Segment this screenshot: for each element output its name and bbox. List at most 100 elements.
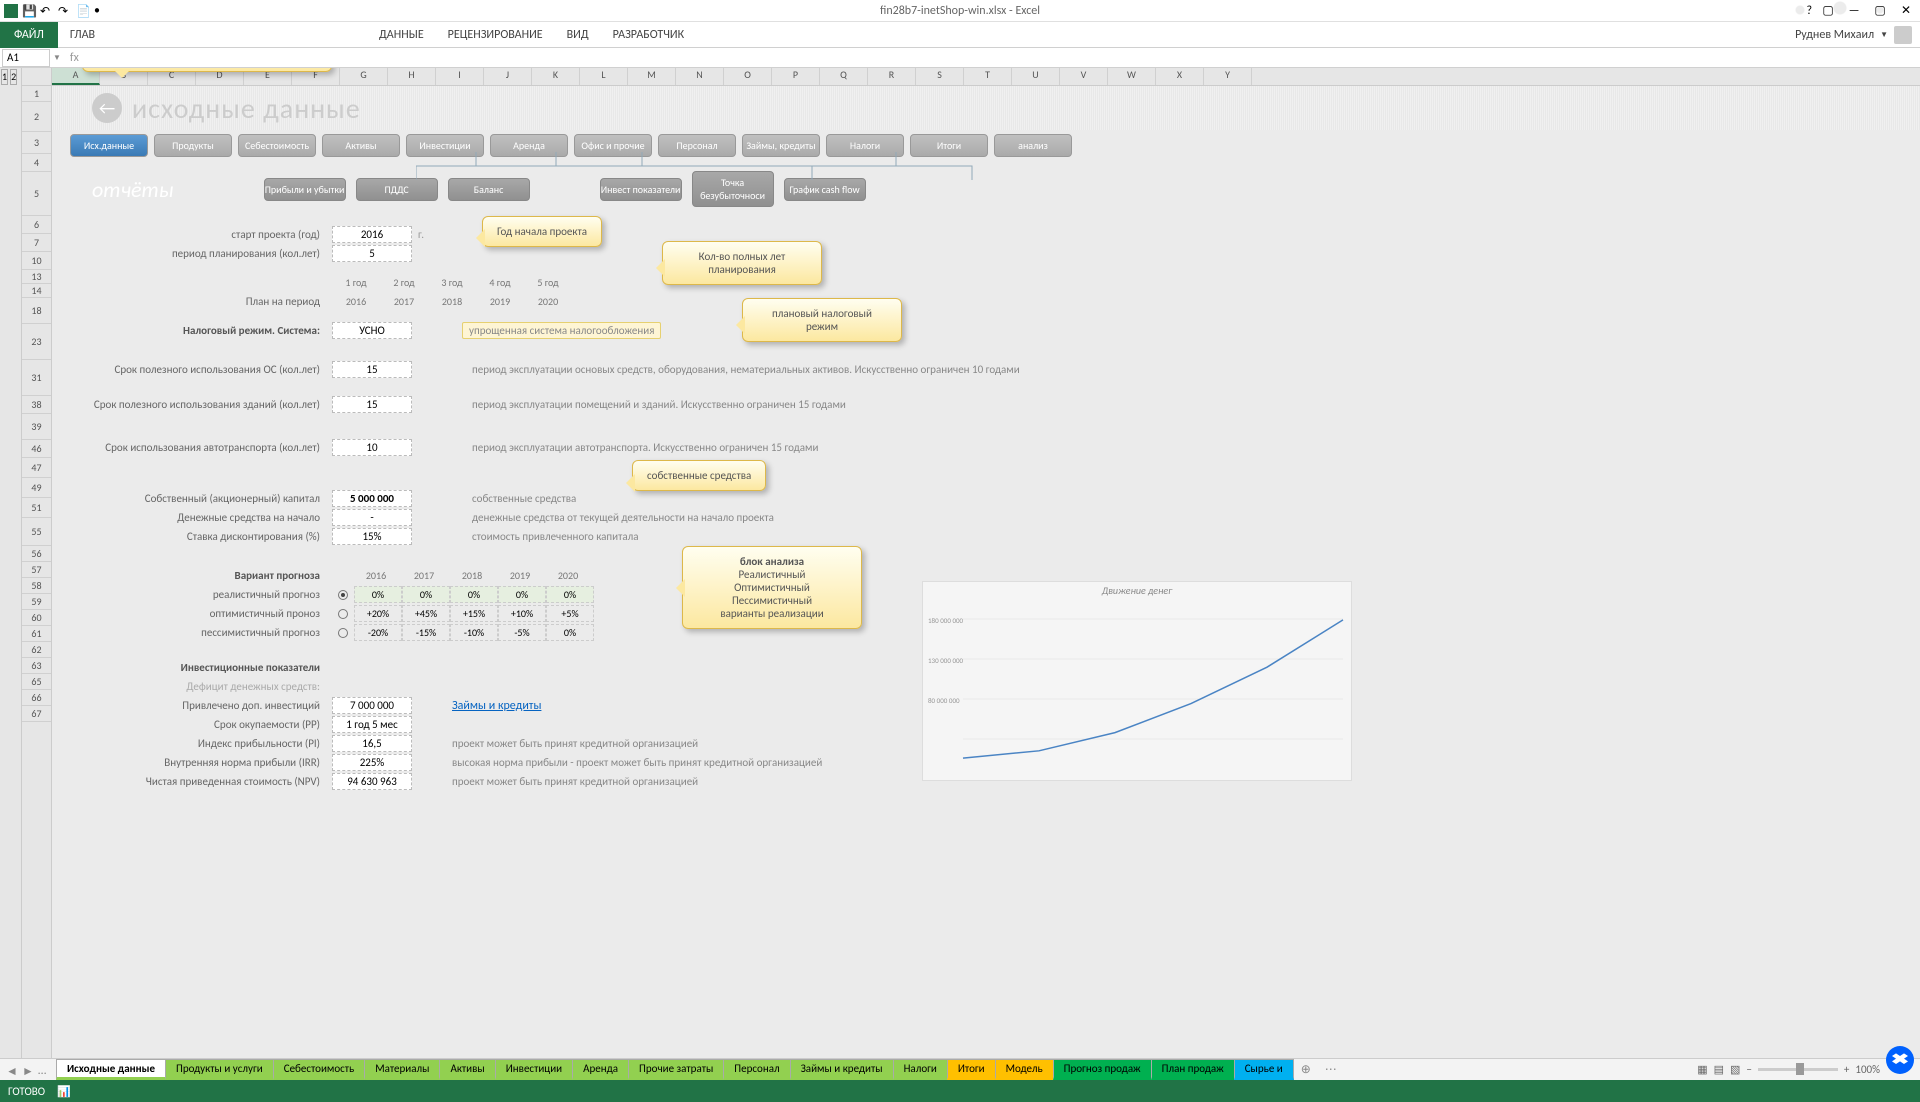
row-hdr-7[interactable]: 7 [22, 234, 51, 252]
row-hdr-56[interactable]: 56 [22, 546, 51, 562]
row-hdr-2[interactable]: 2 [22, 102, 51, 132]
row-hdr-13[interactable]: 13 [22, 270, 51, 284]
row-hdr-66[interactable]: 66 [22, 690, 51, 706]
input-period[interactable]: 5 [332, 245, 412, 262]
row-hdr-58[interactable]: 58 [22, 578, 51, 594]
radio-realistic[interactable] [338, 590, 348, 600]
col-hdr-M[interactable]: M [628, 68, 676, 85]
col-hdr-I[interactable]: I [436, 68, 484, 85]
add-sheet-button[interactable]: ⊕ [1293, 1062, 1319, 1077]
sheet-tab[interactable]: Материалы [364, 1059, 440, 1080]
col-hdr-R[interactable]: R [868, 68, 916, 85]
nav-btn-5[interactable]: Аренда [490, 134, 568, 157]
sheet-tab[interactable]: Аренда [572, 1059, 629, 1080]
radio-optimistic[interactable] [338, 609, 348, 619]
nav-btn-0[interactable]: Исх.данные [70, 134, 148, 157]
col-hdr-Y[interactable]: Y [1204, 68, 1252, 85]
link-loans[interactable]: Займы и кредиты [452, 699, 541, 713]
report-btn-invest[interactable]: Инвест показатели [600, 178, 682, 201]
col-hdr-S[interactable]: S [916, 68, 964, 85]
ribbon-tab-review[interactable]: РЕЦЕНЗИРОВАНИЕ [436, 23, 555, 47]
qat-icon-1[interactable]: 📄 [76, 4, 90, 18]
row-hdr-67[interactable]: 67 [22, 706, 51, 722]
report-btn-balance[interactable]: Баланс [448, 178, 530, 201]
tab-nav-prev[interactable]: ◄ [6, 1064, 18, 1076]
sheet-tab[interactable]: Исходные данные [56, 1059, 166, 1080]
zoom-slider[interactable] [1758, 1068, 1838, 1071]
row-hdr-10[interactable]: 10 [22, 252, 51, 270]
report-btn-cashflow[interactable]: График cash flow [784, 178, 866, 201]
sheet-tab[interactable]: Сырье и [1234, 1059, 1294, 1080]
ribbon-tab-data[interactable]: ДАННЫЕ [367, 23, 436, 47]
report-btn-pl[interactable]: Прибыли и убытки [264, 178, 346, 201]
tab-nav-next[interactable]: ► [22, 1064, 34, 1076]
nav-btn-8[interactable]: Займы, кредиты [742, 134, 820, 157]
col-hdr-U[interactable]: U [1012, 68, 1060, 85]
nav-btn-2[interactable]: Себестоимость [238, 134, 316, 157]
view-layout-icon[interactable]: ▤ [1714, 1063, 1724, 1076]
row-hdr-1[interactable]: 1 [22, 86, 51, 102]
row-hdr-49[interactable]: 49 [22, 478, 51, 498]
col-hdr-L[interactable]: L [580, 68, 628, 85]
save-icon[interactable]: 💾 [22, 4, 36, 18]
input-tax[interactable]: УСНО [332, 322, 412, 339]
row-hdr-46[interactable]: 46 [22, 440, 51, 458]
dropbox-icon[interactable] [1886, 1046, 1914, 1074]
col-hdr-H[interactable]: H [388, 68, 436, 85]
row-hdr-14[interactable]: 14 [22, 284, 51, 298]
nav-btn-7[interactable]: Персонал [658, 134, 736, 157]
zoom-out-button[interactable]: − [1746, 1063, 1751, 1076]
view-normal-icon[interactable]: ▦ [1697, 1063, 1707, 1076]
row-hdr-60[interactable]: 60 [22, 610, 51, 626]
outline-level-2[interactable]: 2 [10, 69, 17, 85]
sheet-tab[interactable]: Итоги [947, 1059, 996, 1080]
row-hdr-57[interactable]: 57 [22, 562, 51, 578]
col-hdr-T[interactable]: T [964, 68, 1012, 85]
sheet-tab[interactable]: Модель [995, 1059, 1054, 1080]
col-hdr-N[interactable]: N [676, 68, 724, 85]
row-hdr-63[interactable]: 63 [22, 658, 51, 674]
outline-level-1[interactable]: 1 [1, 69, 8, 85]
col-hdr-X[interactable]: X [1156, 68, 1204, 85]
sheet-tab[interactable]: Прочие затраты [628, 1059, 724, 1080]
row-hdr-6[interactable]: 6 [22, 216, 51, 234]
sheet-tab[interactable]: Налоги [893, 1059, 948, 1080]
row-hdr-47[interactable]: 47 [22, 458, 51, 478]
input-cash[interactable]: - [332, 509, 412, 526]
row-hdr-23[interactable]: 23 [22, 324, 51, 360]
col-hdr-K[interactable]: K [532, 68, 580, 85]
col-hdr-Q[interactable]: Q [820, 68, 868, 85]
col-hdr-W[interactable]: W [1108, 68, 1156, 85]
nav-btn-6[interactable]: Офис и прочие [574, 134, 652, 157]
report-btn-breakeven[interactable]: Точка безубыточноси [692, 171, 774, 207]
row-hdr-62[interactable]: 62 [22, 642, 51, 658]
fx-icon[interactable]: fx [64, 51, 85, 65]
zoom-level[interactable]: 100% [1855, 1063, 1880, 1076]
file-tab[interactable]: ФАЙЛ [0, 22, 58, 48]
user-area[interactable]: Руднев Михаил ▼ [1795, 26, 1920, 44]
input-capital[interactable]: 5 000 000 [332, 490, 412, 507]
nav-btn-4[interactable]: Инвестиции [406, 134, 484, 157]
input-discount[interactable]: 15% [332, 528, 412, 545]
nav-btn-3[interactable]: Активы [322, 134, 400, 157]
col-hdr-P[interactable]: P [772, 68, 820, 85]
report-btn-pdds[interactable]: ПДДС [356, 178, 438, 201]
tabs-overflow-icon[interactable]: ⋯ [1319, 1062, 1343, 1077]
sheet-tab[interactable]: Прогноз продаж [1053, 1059, 1152, 1080]
nav-btn-11[interactable]: анализ [994, 134, 1072, 157]
sheet-tab[interactable]: Активы [439, 1059, 495, 1080]
ribbon-tab-home[interactable]: ГЛАВ [58, 23, 107, 47]
sheet-tab[interactable]: Займы и кредиты [790, 1059, 894, 1080]
row-hdr-18[interactable]: 18 [22, 298, 51, 324]
view-break-icon[interactable]: ▧ [1730, 1063, 1740, 1076]
sheet-tab[interactable]: Персонал [723, 1059, 790, 1080]
input-os[interactable]: 15 [332, 361, 412, 378]
name-box[interactable]: A1 [2, 49, 50, 67]
zoom-in-button[interactable]: + [1844, 1063, 1849, 1076]
row-hdr-55[interactable]: 55 [22, 518, 51, 546]
row-hdr-65[interactable]: 65 [22, 674, 51, 690]
qat-icon-2[interactable]: • [94, 4, 108, 18]
nav-btn-1[interactable]: Продукты [154, 134, 232, 157]
ribbon-tab-developer[interactable]: РАЗРАБОТЧИК [601, 23, 696, 47]
col-hdr-O[interactable]: O [724, 68, 772, 85]
